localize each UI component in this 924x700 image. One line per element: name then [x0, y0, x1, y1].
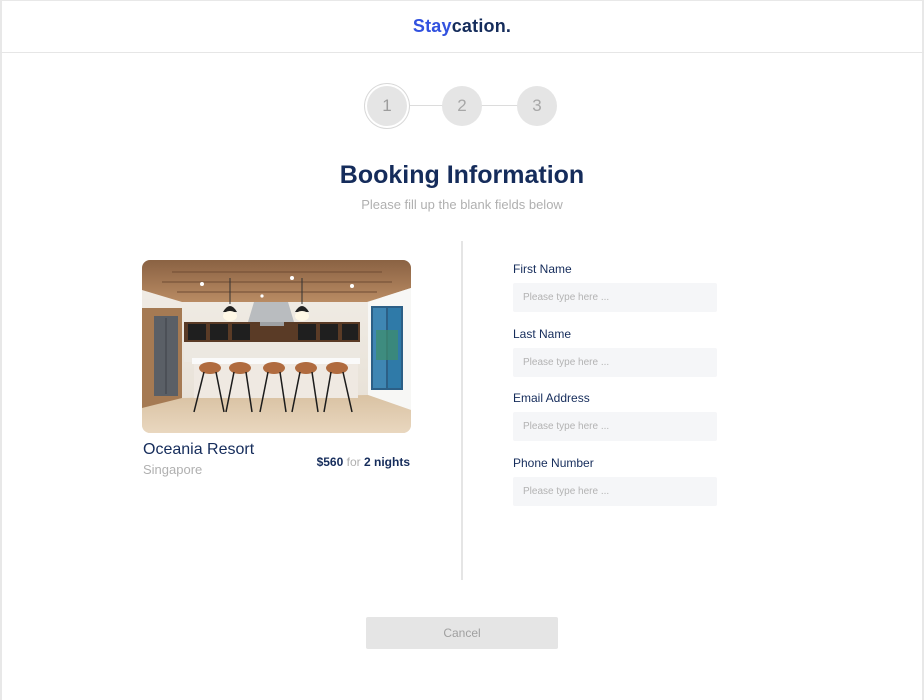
page-title: Booking Information — [339, 161, 585, 189]
stepper-connector — [481, 105, 518, 106]
first-name-input[interactable] — [513, 283, 717, 312]
email-address-label: Email Address — [513, 391, 590, 405]
booking-stepper: 1 2 3 — [0, 86, 924, 128]
last-name-label: Last Name — [513, 327, 572, 341]
brand-logo-part1: Stay — [412, 15, 452, 36]
brand-logo[interactable]: Staycation. — [413, 16, 511, 37]
first-name-label: First Name — [513, 262, 572, 276]
top-header: Staycation. — [0, 0, 924, 53]
phone-number-input[interactable] — [513, 477, 717, 506]
vertical-divider — [461, 241, 463, 580]
last-name-input[interactable] — [513, 348, 717, 377]
price-amount: $560 — [316, 455, 344, 469]
resort-location: Singapore — [143, 462, 203, 477]
price-summary: $560 for 2 nights — [317, 455, 410, 469]
stepper-connector — [406, 105, 443, 106]
email-address-input[interactable] — [513, 412, 717, 441]
step-1-indicator: 1 — [367, 86, 407, 126]
cancel-button[interactable]: Cancel — [366, 617, 558, 649]
stay-duration: 2 nights — [363, 455, 410, 469]
step-3-indicator: 3 — [517, 86, 557, 126]
price-for: for — [346, 455, 361, 469]
resort-name: Oceania Resort — [143, 441, 255, 458]
resort-photo — [142, 260, 411, 433]
brand-logo-part2: cation. — [451, 15, 512, 36]
phone-number-label: Phone Number — [513, 456, 594, 470]
page-subtitle: Please fill up the blank fields below — [361, 197, 563, 212]
step-2-indicator: 2 — [442, 86, 482, 126]
